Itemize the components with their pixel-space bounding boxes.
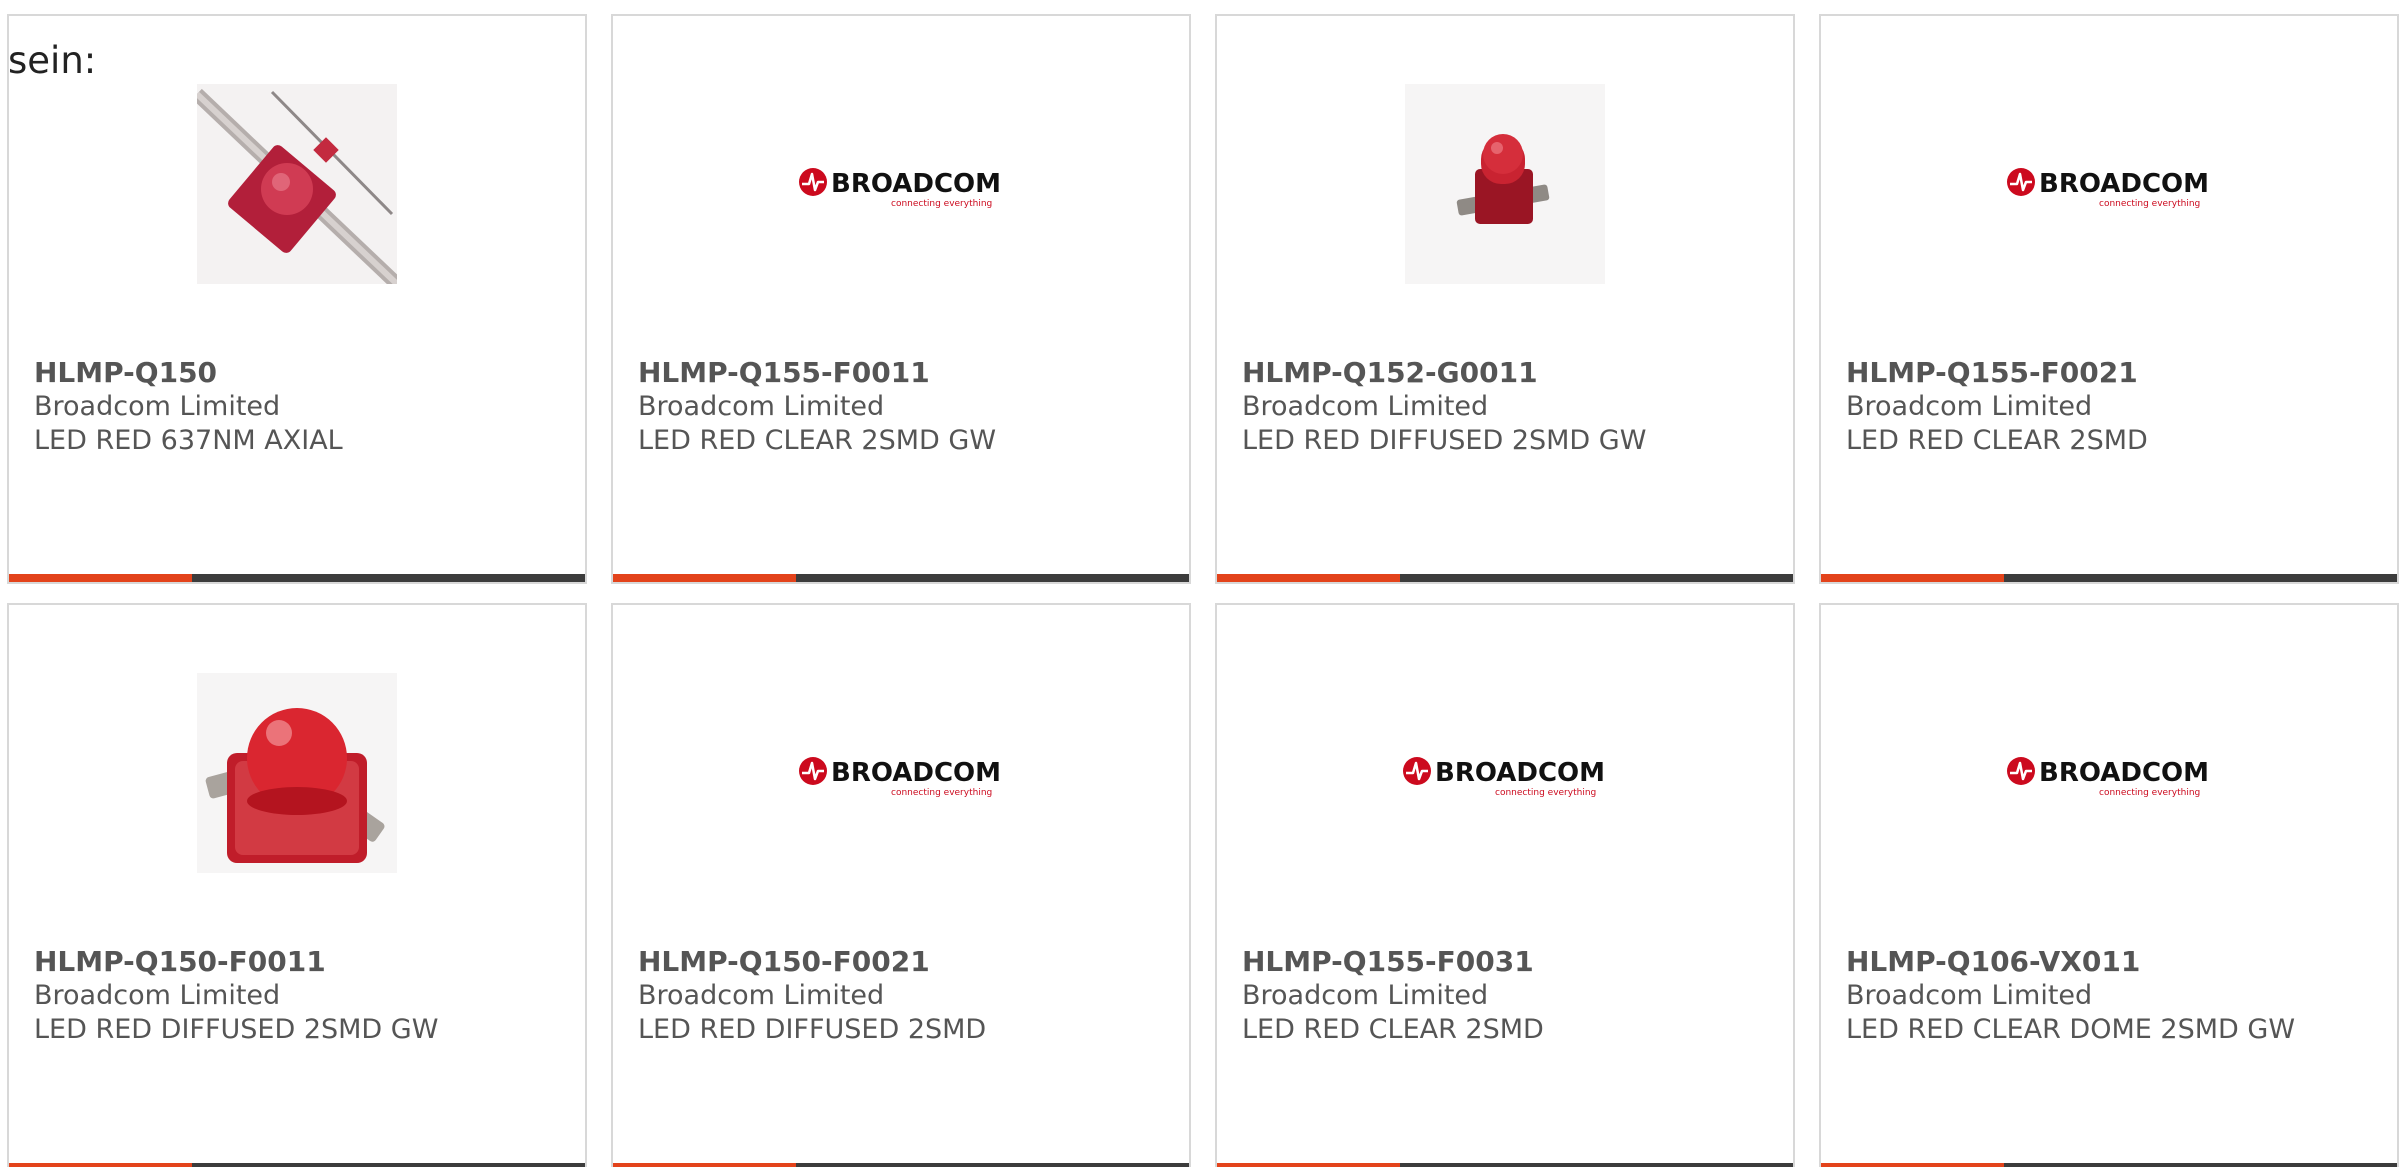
description: LED RED CLEAR DOME 2SMD GW — [1846, 1014, 2296, 1045]
product-image-container[interactable]: BROADCOM connecting everything — [1217, 673, 1793, 873]
description: LED RED DIFFUSED 2SMD — [638, 1014, 987, 1045]
description: LED RED CLEAR 2SMD — [1242, 1014, 1544, 1045]
logo-brand-text: BROADCOM — [2039, 169, 2209, 199]
product-card[interactable]: HLMP-Q150-F0011 Broadcom Limited LED RED… — [7, 603, 587, 1167]
led-smd-small-photo — [1405, 84, 1605, 284]
part-number[interactable]: HLMP-Q150-F0011 — [34, 945, 565, 979]
led-smd-large-photo — [197, 673, 397, 873]
product-image-container[interactable]: BROADCOM connecting everything — [1821, 673, 2397, 873]
logo-brand-text: BROADCOM — [831, 169, 1001, 199]
product-image-container[interactable] — [9, 673, 585, 873]
manufacturer: Broadcom Limited — [1846, 980, 2093, 1011]
description: LED RED DIFFUSED 2SMD GW — [1242, 425, 1647, 456]
logo-tagline-text: connecting everything — [1495, 788, 1596, 798]
logo-brand-text: BROADCOM — [2039, 758, 2209, 788]
part-number[interactable]: HLMP-Q155-F0021 — [1846, 356, 2377, 390]
card-bottom-bar — [1217, 574, 1793, 582]
part-number[interactable]: HLMP-Q152-G0011 — [1242, 356, 1773, 390]
logo-brand-text: BROADCOM — [1435, 758, 1605, 788]
manufacturer: Broadcom Limited — [638, 391, 885, 422]
product-image-container[interactable] — [1217, 84, 1793, 284]
product-card[interactable]: BROADCOM connecting everything HLMP-Q150… — [611, 603, 1191, 1167]
product-card[interactable]: HLMP-Q150 Broadcom Limited LED RED 637NM… — [7, 14, 587, 584]
manufacturer: Broadcom Limited — [34, 980, 281, 1011]
led-axial-photo — [197, 84, 397, 284]
product-card[interactable]: HLMP-Q152-G0011 Broadcom Limited LED RED… — [1215, 14, 1795, 584]
manufacturer: Broadcom Limited — [1242, 391, 1489, 422]
description: LED RED CLEAR 2SMD GW — [638, 425, 997, 456]
broadcom-logo: BROADCOM connecting everything — [2007, 168, 2209, 209]
card-bottom-bar — [613, 574, 1189, 582]
product-image-container[interactable]: BROADCOM connecting everything — [1821, 84, 2397, 284]
description: LED RED DIFFUSED 2SMD GW — [34, 1014, 439, 1045]
product-image-container[interactable]: BROADCOM connecting everything — [613, 673, 1189, 873]
manufacturer: Broadcom Limited — [34, 391, 281, 422]
product-card[interactable]: BROADCOM connecting everything HLMP-Q106… — [1819, 603, 2399, 1167]
intro-text: sein: — [8, 39, 97, 82]
card-bottom-bar — [1821, 1163, 2397, 1167]
description: LED RED 637NM AXIAL — [34, 425, 343, 456]
manufacturer: Broadcom Limited — [638, 980, 885, 1011]
part-number[interactable]: HLMP-Q150-F0021 — [638, 945, 1169, 979]
manufacturer: Broadcom Limited — [1846, 391, 2093, 422]
part-number[interactable]: HLMP-Q155-F0011 — [638, 356, 1169, 390]
card-bottom-bar — [1217, 1163, 1793, 1167]
logo-tagline-text: connecting everything — [2099, 788, 2200, 798]
page: sein: HLMP-Q150 Broadcom Limited LED RED… — [0, 0, 2400, 1167]
card-bottom-bar — [9, 1163, 585, 1167]
logo-tagline-text: connecting everything — [2099, 199, 2200, 209]
card-bottom-bar — [9, 574, 585, 582]
manufacturer: Broadcom Limited — [1242, 980, 1489, 1011]
product-card[interactable]: BROADCOM connecting everything HLMP-Q155… — [1819, 14, 2399, 584]
broadcom-logo: BROADCOM connecting everything — [2007, 757, 2209, 798]
logo-tagline-text: connecting everything — [891, 199, 992, 209]
product-card[interactable]: BROADCOM connecting everything HLMP-Q155… — [1215, 603, 1795, 1167]
part-number[interactable]: HLMP-Q106-VX011 — [1846, 945, 2377, 979]
product-image-container[interactable] — [9, 84, 585, 284]
card-bottom-bar — [613, 1163, 1189, 1167]
part-number[interactable]: HLMP-Q150 — [34, 356, 565, 390]
card-bottom-bar — [1821, 574, 2397, 582]
part-number[interactable]: HLMP-Q155-F0031 — [1242, 945, 1773, 979]
product-image-container[interactable]: BROADCOM connecting everything — [613, 84, 1189, 284]
description: LED RED CLEAR 2SMD — [1846, 425, 2148, 456]
broadcom-logo: BROADCOM connecting everything — [799, 757, 1001, 798]
broadcom-logo: BROADCOM connecting everything — [799, 168, 1001, 209]
broadcom-logo: BROADCOM connecting everything — [1403, 757, 1605, 798]
logo-tagline-text: connecting everything — [891, 788, 992, 798]
product-card[interactable]: BROADCOM connecting everything HLMP-Q155… — [611, 14, 1191, 584]
logo-brand-text: BROADCOM — [831, 758, 1001, 788]
product-grid: HLMP-Q150 Broadcom Limited LED RED 637NM… — [7, 14, 2399, 1167]
